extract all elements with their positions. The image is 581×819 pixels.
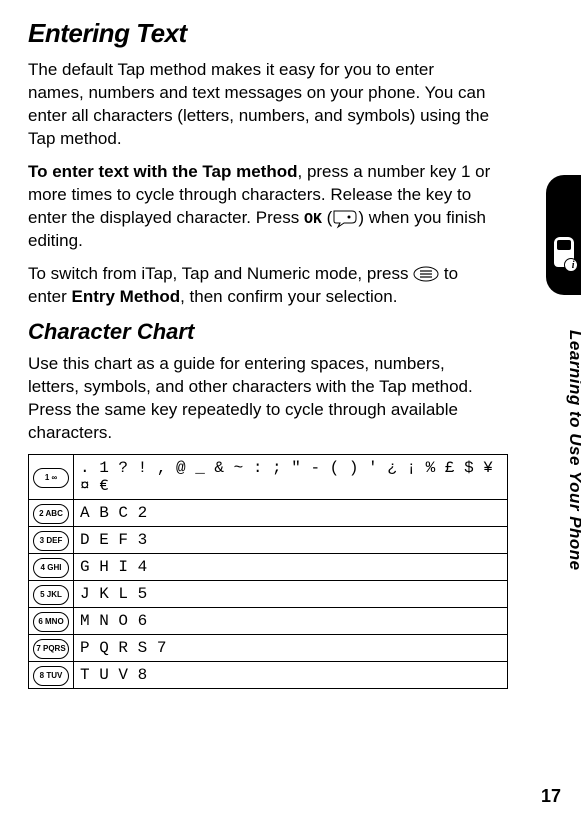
section-side-label: Learning to Use Your Phone: [565, 330, 581, 571]
table-row: 8 TUV T U V 8: [29, 662, 508, 689]
chart-intro: Use this chart as a guide for entering s…: [28, 353, 492, 445]
key-4-icon: 4 GHI: [33, 558, 69, 578]
key-6-icon: 6 MNO: [33, 612, 69, 632]
subheading: Character Chart: [28, 319, 492, 345]
table-row: 3 DEF D E F 3: [29, 527, 508, 554]
row-chars: T U V 8: [74, 662, 508, 689]
key-3-icon: 3 DEF: [33, 531, 69, 551]
row-chars: D E F 3: [74, 527, 508, 554]
intro-paragraph: The default Tap method makes it easy for…: [28, 59, 492, 151]
key-2-icon: 2 ABC: [33, 504, 69, 524]
row-chars: G H I 4: [74, 554, 508, 581]
switch-mode-paragraph: To switch from iTap, Tap and Numeric mod…: [28, 263, 492, 309]
key-5-icon: 5 JKL: [33, 585, 69, 605]
key-1-icon: 1 ∞: [33, 468, 69, 488]
table-row: 4 GHI G H I 4: [29, 554, 508, 581]
row-chars: . 1 ? ! , @ _ & ~ : ; " - ( ) ' ¿ ¡ % £ …: [74, 455, 508, 500]
page-number: 17: [541, 786, 561, 807]
menu-key-icon: [413, 263, 439, 286]
table-row: 6 MNO M N O 6: [29, 608, 508, 635]
tap-lead-bold: To enter text with the Tap method: [28, 162, 298, 181]
key-8-icon: 8 TUV: [33, 666, 69, 686]
character-chart-table: 1 ∞ . 1 ? ! , @ _ & ~ : ; " - ( ) ' ¿ ¡ …: [28, 454, 508, 689]
paren-open: (: [322, 208, 332, 227]
switch-text-a: To switch from iTap, Tap and Numeric mod…: [28, 264, 413, 283]
row-chars: P Q R S 7: [74, 635, 508, 662]
table-row: 1 ∞ . 1 ? ! , @ _ & ~ : ; " - ( ) ' ¿ ¡ …: [29, 455, 508, 500]
row-chars: A B C 2: [74, 500, 508, 527]
table-row: 7 PQRS P Q R S 7: [29, 635, 508, 662]
ok-label: OK: [304, 211, 322, 228]
tap-method-paragraph: To enter text with the Tap method, press…: [28, 161, 492, 253]
row-chars: J K L 5: [74, 581, 508, 608]
phone-info-icon: i: [554, 237, 574, 267]
side-tab-block: i: [546, 175, 581, 295]
table-row: 2 ABC A B C 2: [29, 500, 508, 527]
entry-method-bold: Entry Method: [71, 287, 180, 306]
key-7-icon: 7 PQRS: [33, 639, 69, 659]
switch-text-c: , then confirm your selection.: [180, 287, 397, 306]
row-chars: M N O 6: [74, 608, 508, 635]
page-heading: Entering Text: [28, 18, 492, 49]
table-row: 5 JKL J K L 5: [29, 581, 508, 608]
right-softkey-icon: [332, 207, 358, 230]
